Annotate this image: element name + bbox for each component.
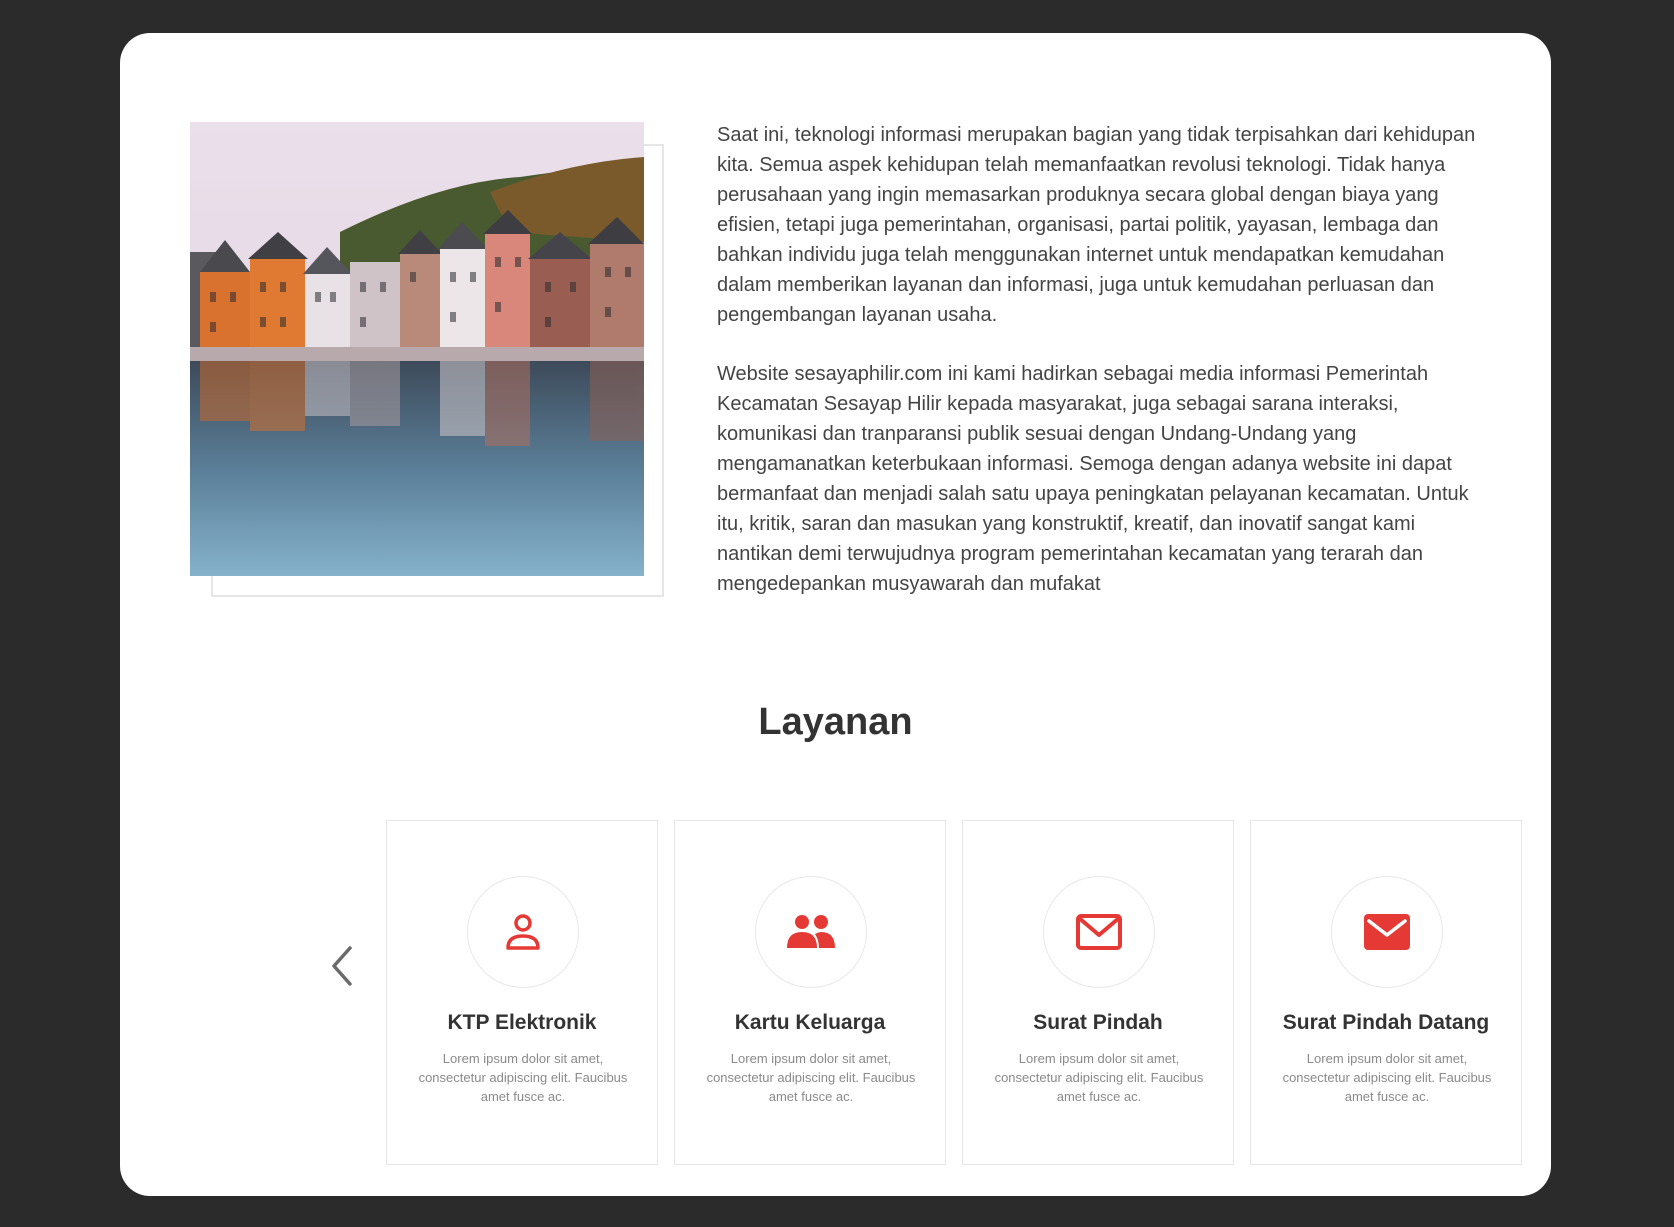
services-title: Layanan bbox=[758, 701, 913, 743]
service-card-surat-pindah[interactable]: Surat Pindah Lorem ipsum dolor sit amet,… bbox=[962, 820, 1234, 1165]
service-card-description: Lorem ipsum dolor sit amet, consectetur … bbox=[418, 1051, 628, 1104]
user-icon bbox=[506, 914, 540, 950]
carousel-next-button[interactable] bbox=[1547, 936, 1551, 996]
service-card-ktp[interactable]: KTP Elektronik Lorem ipsum dolor sit ame… bbox=[386, 820, 658, 1165]
about-paragraph-1: Saat ini, teknologi informasi merupakan … bbox=[717, 124, 1476, 326]
services-carousel: KTP Elektronik Lorem ipsum dolor sit ame… bbox=[386, 820, 1524, 1165]
chevron-left-icon bbox=[332, 946, 352, 986]
service-icon-circle bbox=[1331, 876, 1443, 988]
mail-filled-icon bbox=[1364, 914, 1410, 950]
users-icon bbox=[787, 915, 835, 948]
service-icon-circle bbox=[1043, 876, 1155, 988]
service-card-description: Lorem ipsum dolor sit amet, consectetur … bbox=[1282, 1051, 1492, 1104]
service-card-kk[interactable]: Kartu Keluarga Lorem ipsum dolor sit ame… bbox=[674, 820, 946, 1165]
service-icon-circle bbox=[755, 876, 867, 988]
about-text: Saat ini, teknologi informasi merupakan … bbox=[717, 120, 1477, 628]
service-card-title: Kartu Keluarga bbox=[734, 1011, 886, 1034]
service-card-title: Surat Pindah Datang bbox=[1282, 1011, 1490, 1034]
service-card-surat-pindah-datang[interactable]: Surat Pindah Datang Lorem ipsum dolor si… bbox=[1250, 820, 1522, 1165]
service-card-description: Lorem ipsum dolor sit amet, consectetur … bbox=[706, 1051, 916, 1104]
carousel-prev-button[interactable] bbox=[322, 936, 362, 996]
service-icon-circle bbox=[467, 876, 579, 988]
service-card-title: Surat Pindah bbox=[1033, 1011, 1163, 1034]
about-photo-wrapper bbox=[190, 122, 665, 598]
mail-outline-icon bbox=[1076, 914, 1122, 950]
page-frame: Saat ini, teknologi informasi merupakan … bbox=[120, 33, 1551, 1196]
about-paragraph-2: Website sesayaphilir.com ini kami hadirk… bbox=[717, 363, 1469, 595]
riverside-town-photo bbox=[190, 122, 644, 576]
service-card-title: KTP Elektronik bbox=[447, 1011, 597, 1034]
about-section: Saat ini, teknologi informasi merupakan … bbox=[120, 33, 1551, 653]
service-card-description: Lorem ipsum dolor sit amet, consectetur … bbox=[994, 1051, 1204, 1104]
